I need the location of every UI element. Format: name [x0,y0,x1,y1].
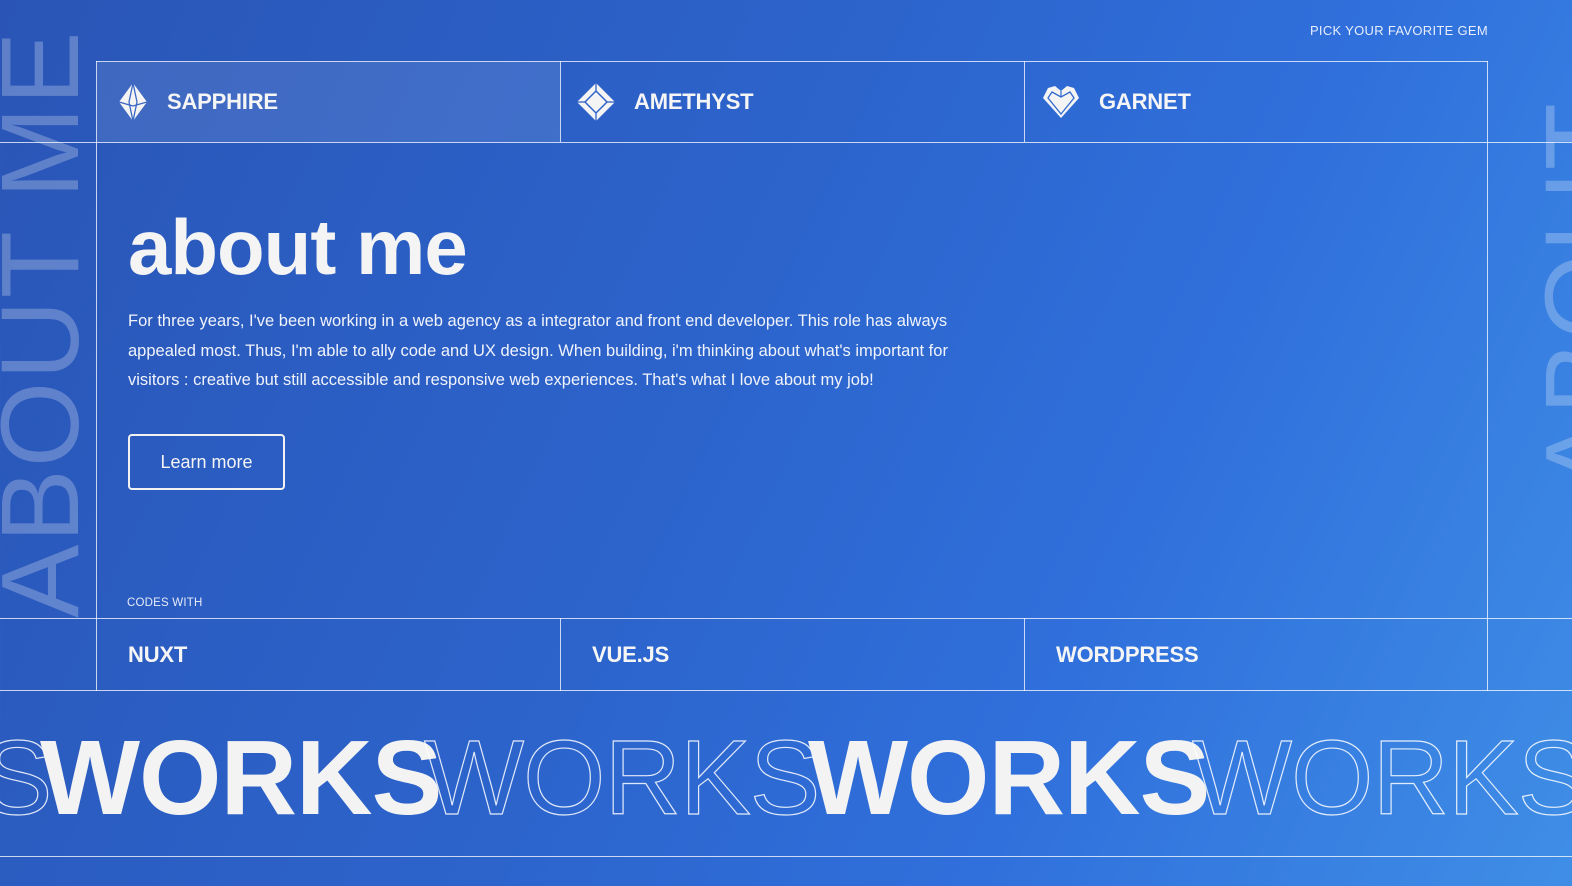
works-text: WORKS [40,719,442,837]
works-text: WORKS [1191,718,1572,837]
divider [0,142,1572,143]
tab-garnet[interactable]: GARNET [1025,62,1487,142]
divider [0,690,1572,691]
tab-label: SAPPHIRE [167,89,278,114]
intro-paragraph: For three years, I've been working in a … [128,312,948,389]
side-text-left: ABOUT ME [0,29,102,618]
page-title: about me [128,203,468,291]
tab-sapphire[interactable]: SAPPHIRE [97,62,560,142]
tech-item-vuejs: VUE.JS [592,641,670,667]
codes-with-label: CODES WITH [127,597,203,609]
works-text: WORKS [808,719,1210,837]
tab-label: AMETHYST [634,89,754,114]
tab-label: GARNET [1099,89,1191,114]
learn-more-button[interactable]: Learn more [128,434,285,490]
works-marquee[interactable]: WORKS WORKS WORKS WORKS WORKS [0,718,1572,838]
tab-amethyst[interactable]: AMETHYST [561,62,1024,142]
pick-gem-label: PICK YOUR FAVORITE GEM [1309,23,1488,38]
tech-item-wordpress: WORDPRESS [1056,641,1199,667]
sapphire-icon [117,82,149,122]
divider [0,856,1572,857]
works-text: WORKS [423,718,821,837]
garnet-icon [1041,84,1081,120]
tech-item-nuxt: NUXT [128,641,188,667]
amethyst-icon [576,82,616,122]
side-text-right: ABOUT [1523,101,1572,490]
divider [1487,61,1488,691]
